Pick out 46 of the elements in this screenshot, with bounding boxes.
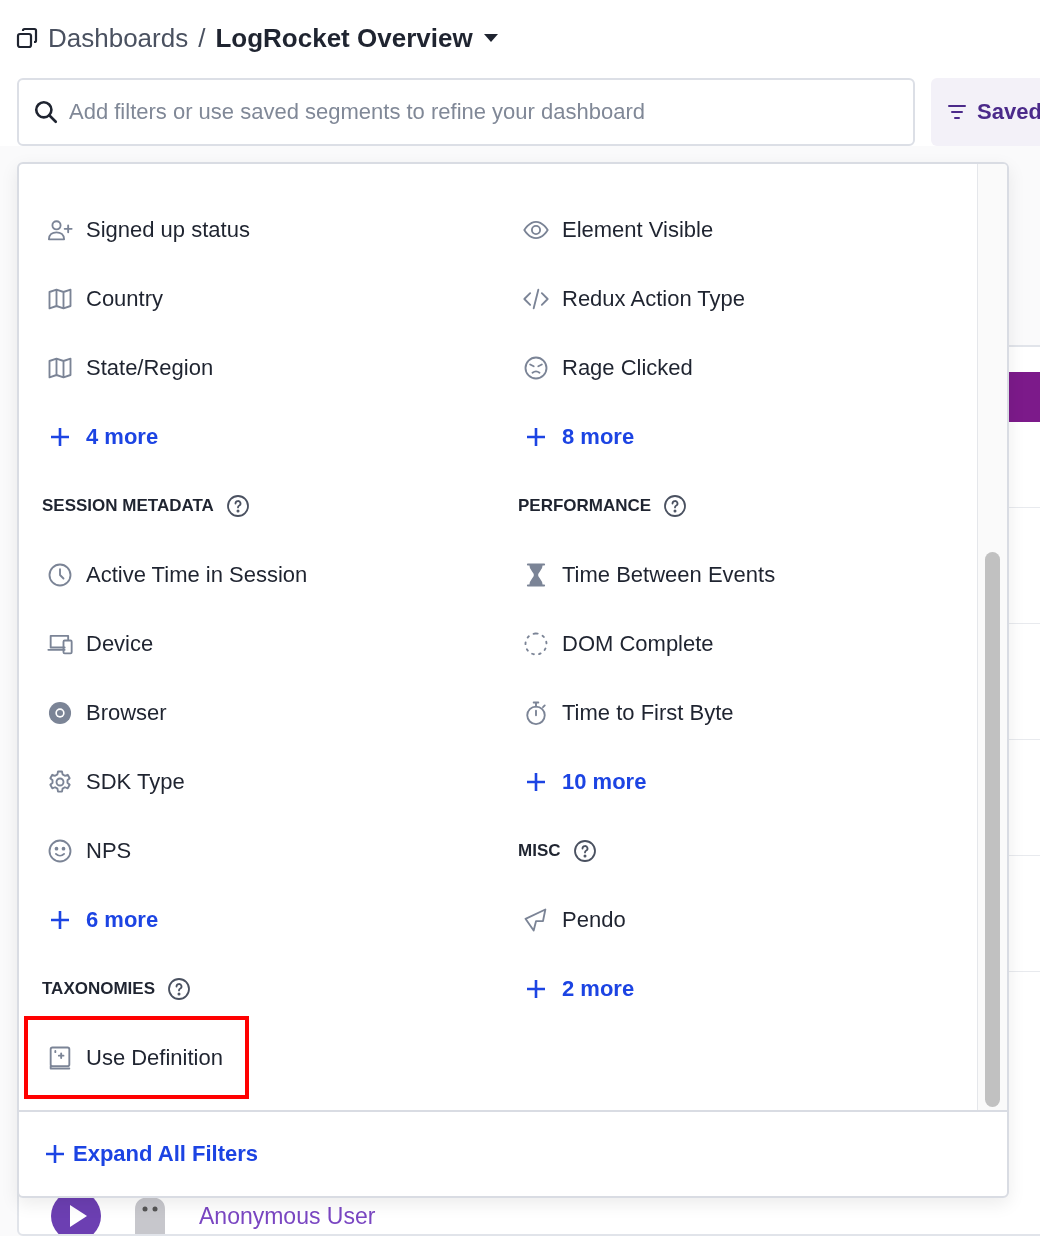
section-heading: MISC	[518, 840, 561, 861]
filter-option[interactable]: Country	[42, 264, 172, 333]
show-more-link[interactable]: 4 more	[42, 402, 159, 471]
plus-icon	[45, 1144, 65, 1164]
show-more-link[interactable]: 10 more	[518, 747, 647, 816]
section-heading: SESSION METADATA	[42, 495, 214, 516]
filter-option[interactable]: Time Between Events	[518, 540, 784, 609]
section-heading: PERFORMANCE	[518, 495, 652, 516]
filter-option[interactable]: Active Time in Session	[42, 540, 316, 609]
help-icon	[663, 493, 688, 518]
filter-option[interactable]: Signed up status	[42, 195, 258, 264]
saved-segments-button[interactable]: Saved	[931, 78, 1040, 146]
user-link[interactable]: Anonymous User	[199, 1202, 376, 1230]
filter-option[interactable]: Pendo	[518, 885, 634, 954]
filter-option[interactable]: Device	[42, 609, 162, 678]
plus-icon	[526, 426, 546, 447]
caret-icon[interactable]	[482, 33, 499, 43]
filter-icon	[947, 102, 967, 122]
filter-option[interactable]: SDK Type	[42, 747, 193, 816]
breadcrumb-separator: /	[198, 22, 206, 54]
filter-option[interactable]: Browser	[42, 678, 175, 747]
help-icon	[572, 838, 597, 863]
windows-icon	[16, 27, 38, 49]
filter-option[interactable]: Use Definition	[24, 1016, 249, 1099]
filter-option[interactable]: State/Region	[42, 333, 222, 402]
filter-option[interactable]: Rage Clicked	[518, 333, 701, 402]
filter-option[interactable]: DOM Complete	[518, 609, 722, 678]
plus-icon	[50, 426, 70, 447]
show-more-link[interactable]: 6 more	[42, 885, 159, 954]
search-field[interactable]: Add filters or use saved segments to refine your dashboard	[17, 78, 915, 146]
filter-option[interactable]: Time to First Byte	[518, 678, 742, 747]
plus-icon	[526, 978, 546, 999]
show-more-link[interactable]: 2 more	[518, 954, 635, 1023]
expand-all-link[interactable]: Expand All Filters	[45, 1141, 258, 1167]
scrollbar-thumb[interactable]	[985, 552, 1000, 1107]
section-heading: TAXONOMIES	[42, 978, 156, 999]
help-icon	[225, 493, 250, 518]
dashboard-title[interactable]: LogRocket Overview	[215, 22, 473, 54]
filter-option[interactable]: Redux Action Type	[518, 264, 754, 333]
filter-option[interactable]: NPS	[42, 816, 140, 885]
plus-icon	[526, 771, 546, 792]
filter-option[interactable]: Element Visible	[518, 195, 722, 264]
plus-icon	[50, 909, 70, 930]
help-icon	[167, 976, 192, 1001]
breadcrumb-link[interactable]: Dashboards	[48, 22, 189, 54]
show-more-link[interactable]: 8 more	[518, 402, 635, 471]
